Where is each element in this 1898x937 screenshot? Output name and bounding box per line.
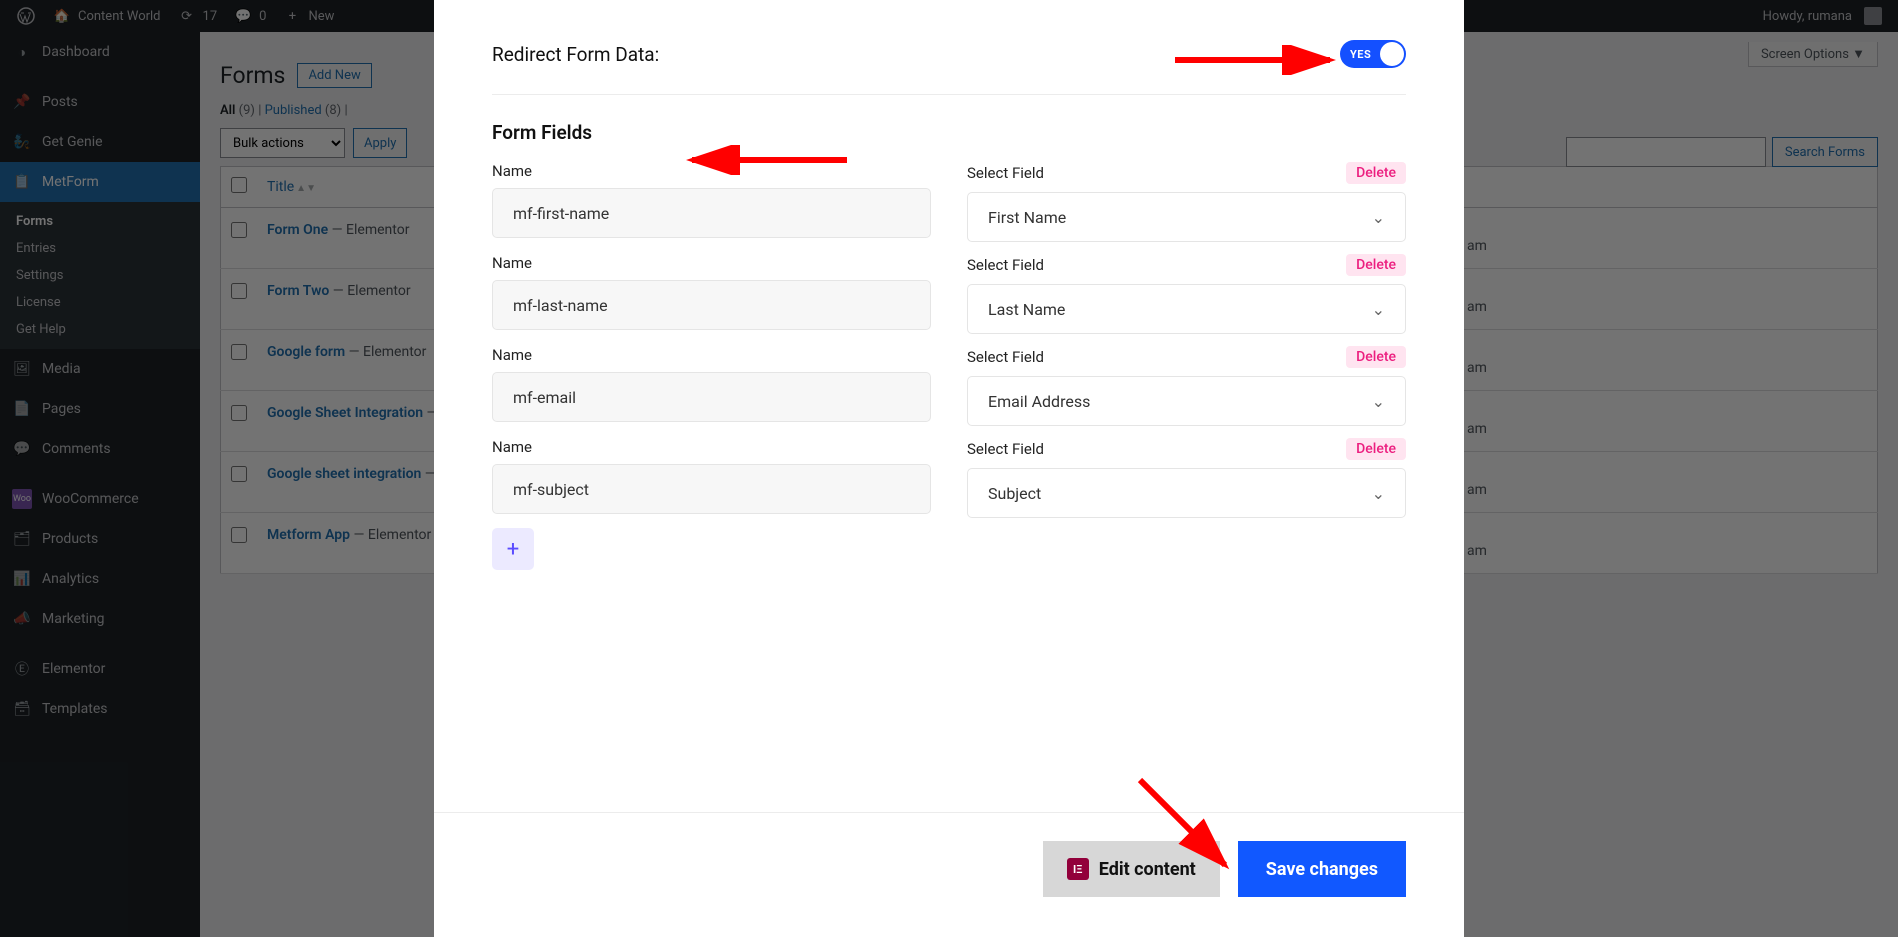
toggle-knob [1380, 42, 1404, 66]
form-fields-title: Form Fields [492, 121, 1406, 144]
field-name-label: Name [492, 254, 532, 272]
delete-field-button[interactable]: Delete [1346, 162, 1406, 184]
field-name-label: Name [492, 162, 532, 180]
field-name-input[interactable] [492, 464, 931, 514]
field-select-label: Select Field [967, 164, 1044, 182]
chevron-down-icon: ⌄ [1372, 208, 1385, 227]
field-select-dropdown[interactable]: Email Address ⌄ [967, 376, 1406, 426]
form-settings-modal: Redirect Form Data: YES Form Fields Name… [434, 0, 1464, 937]
selected-value: Email Address [988, 392, 1090, 411]
redirect-toggle[interactable]: YES [1340, 40, 1406, 68]
elementor-logo-icon: IΞ [1067, 858, 1089, 880]
field-row: Name Select Field Delete First Name ⌄ [492, 162, 1406, 242]
field-row: Name Select Field Delete Email Address ⌄ [492, 346, 1406, 426]
save-changes-button[interactable]: Save changes [1238, 841, 1406, 897]
toggle-text: YES [1350, 48, 1371, 61]
field-name-input[interactable] [492, 372, 931, 422]
selected-value: Subject [988, 484, 1041, 503]
selected-value: First Name [988, 208, 1066, 227]
delete-field-button[interactable]: Delete [1346, 438, 1406, 460]
field-select-label: Select Field [967, 256, 1044, 274]
field-name-label: Name [492, 438, 532, 456]
field-select-label: Select Field [967, 440, 1044, 458]
field-select-dropdown[interactable]: Subject ⌄ [967, 468, 1406, 518]
field-name-input[interactable] [492, 188, 931, 238]
field-select-dropdown[interactable]: Last Name ⌄ [967, 284, 1406, 334]
delete-field-button[interactable]: Delete [1346, 254, 1406, 276]
chevron-down-icon: ⌄ [1372, 300, 1385, 319]
field-row: Name Select Field Delete Subject ⌄ [492, 438, 1406, 518]
field-name-input[interactable] [492, 280, 931, 330]
delete-field-button[interactable]: Delete [1346, 346, 1406, 368]
field-name-label: Name [492, 346, 532, 364]
redirect-form-data-label: Redirect Form Data: [492, 43, 659, 66]
field-row: Name Select Field Delete Last Name ⌄ [492, 254, 1406, 334]
field-select-dropdown[interactable]: First Name ⌄ [967, 192, 1406, 242]
selected-value: Last Name [988, 300, 1065, 319]
chevron-down-icon: ⌄ [1372, 392, 1385, 411]
edit-content-button[interactable]: IΞEdit content [1043, 841, 1220, 897]
field-select-label: Select Field [967, 348, 1044, 366]
chevron-down-icon: ⌄ [1372, 484, 1385, 503]
add-field-button[interactable]: + [492, 528, 534, 570]
